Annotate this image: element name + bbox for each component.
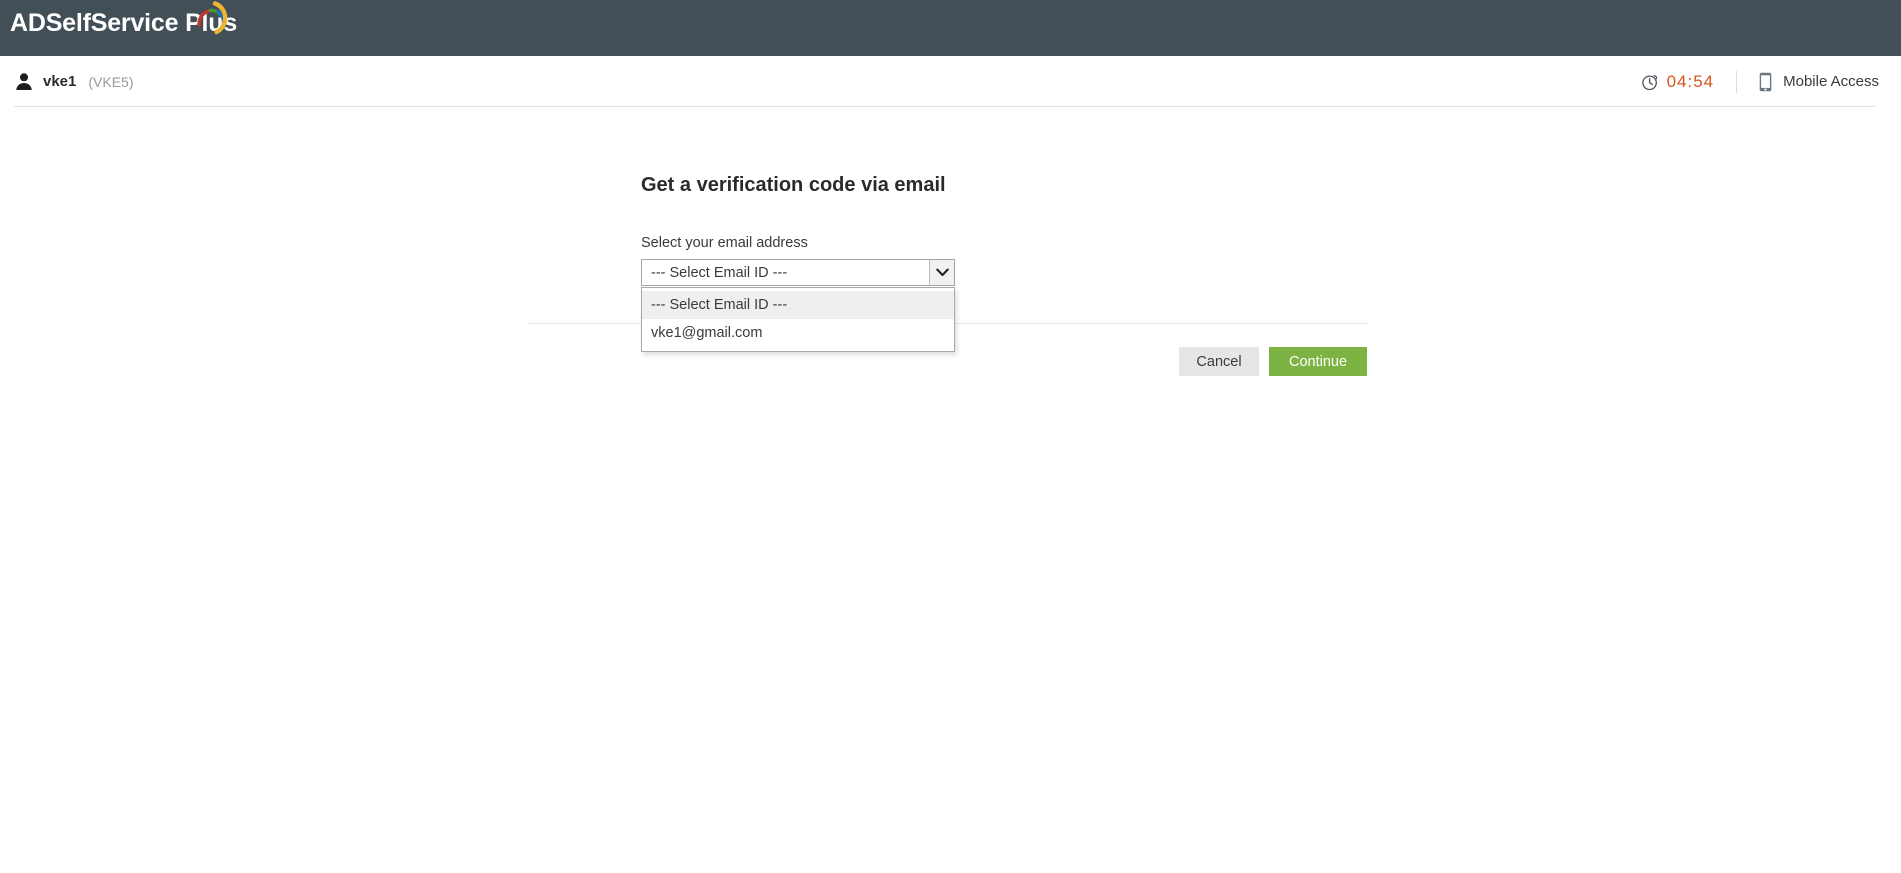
userbar-right-group: 04:54 Mobile Access [1641, 56, 1879, 107]
mobile-phone-icon [1759, 72, 1772, 91]
user-id: (VKE5) [88, 73, 134, 90]
user-info-bar: vke1 (VKE5) 04:54 Mobile Access [0, 56, 1901, 107]
email-field-label: Select your email address [641, 235, 808, 251]
email-select-option-list[interactable]: --- Select Email ID --- vke1@gmail.com [641, 287, 955, 352]
mobile-access-label: Mobile Access [1783, 73, 1879, 90]
user-name: vke1 [43, 73, 77, 90]
timer-value: 04:54 [1666, 71, 1715, 91]
email-option-address[interactable]: vke1@gmail.com [642, 319, 954, 347]
session-timer: 04:54 [1641, 72, 1715, 92]
mobile-access-link[interactable]: Mobile Access [1759, 72, 1879, 92]
email-select-value: --- Select Email ID --- [651, 264, 788, 281]
current-user: vke1 (VKE5) [14, 56, 134, 107]
chevron-down-icon [935, 268, 949, 277]
person-icon [16, 72, 32, 90]
email-select[interactable]: --- Select Email ID --- [641, 259, 955, 286]
userbar-divider [1736, 70, 1738, 93]
brand-header-bar: ADSelfService Plus [0, 0, 1901, 56]
email-select-toggle[interactable] [929, 260, 954, 285]
cancel-button[interactable]: Cancel [1179, 347, 1259, 376]
continue-button[interactable]: Continue [1269, 347, 1367, 376]
swoosh-icon [197, 1, 228, 35]
email-option-placeholder[interactable]: --- Select Email ID --- [642, 291, 954, 319]
page-title: Get a verification code via email [641, 174, 946, 196]
userbar-bottom-rule [14, 106, 1875, 107]
stopwatch-icon [1641, 74, 1657, 90]
